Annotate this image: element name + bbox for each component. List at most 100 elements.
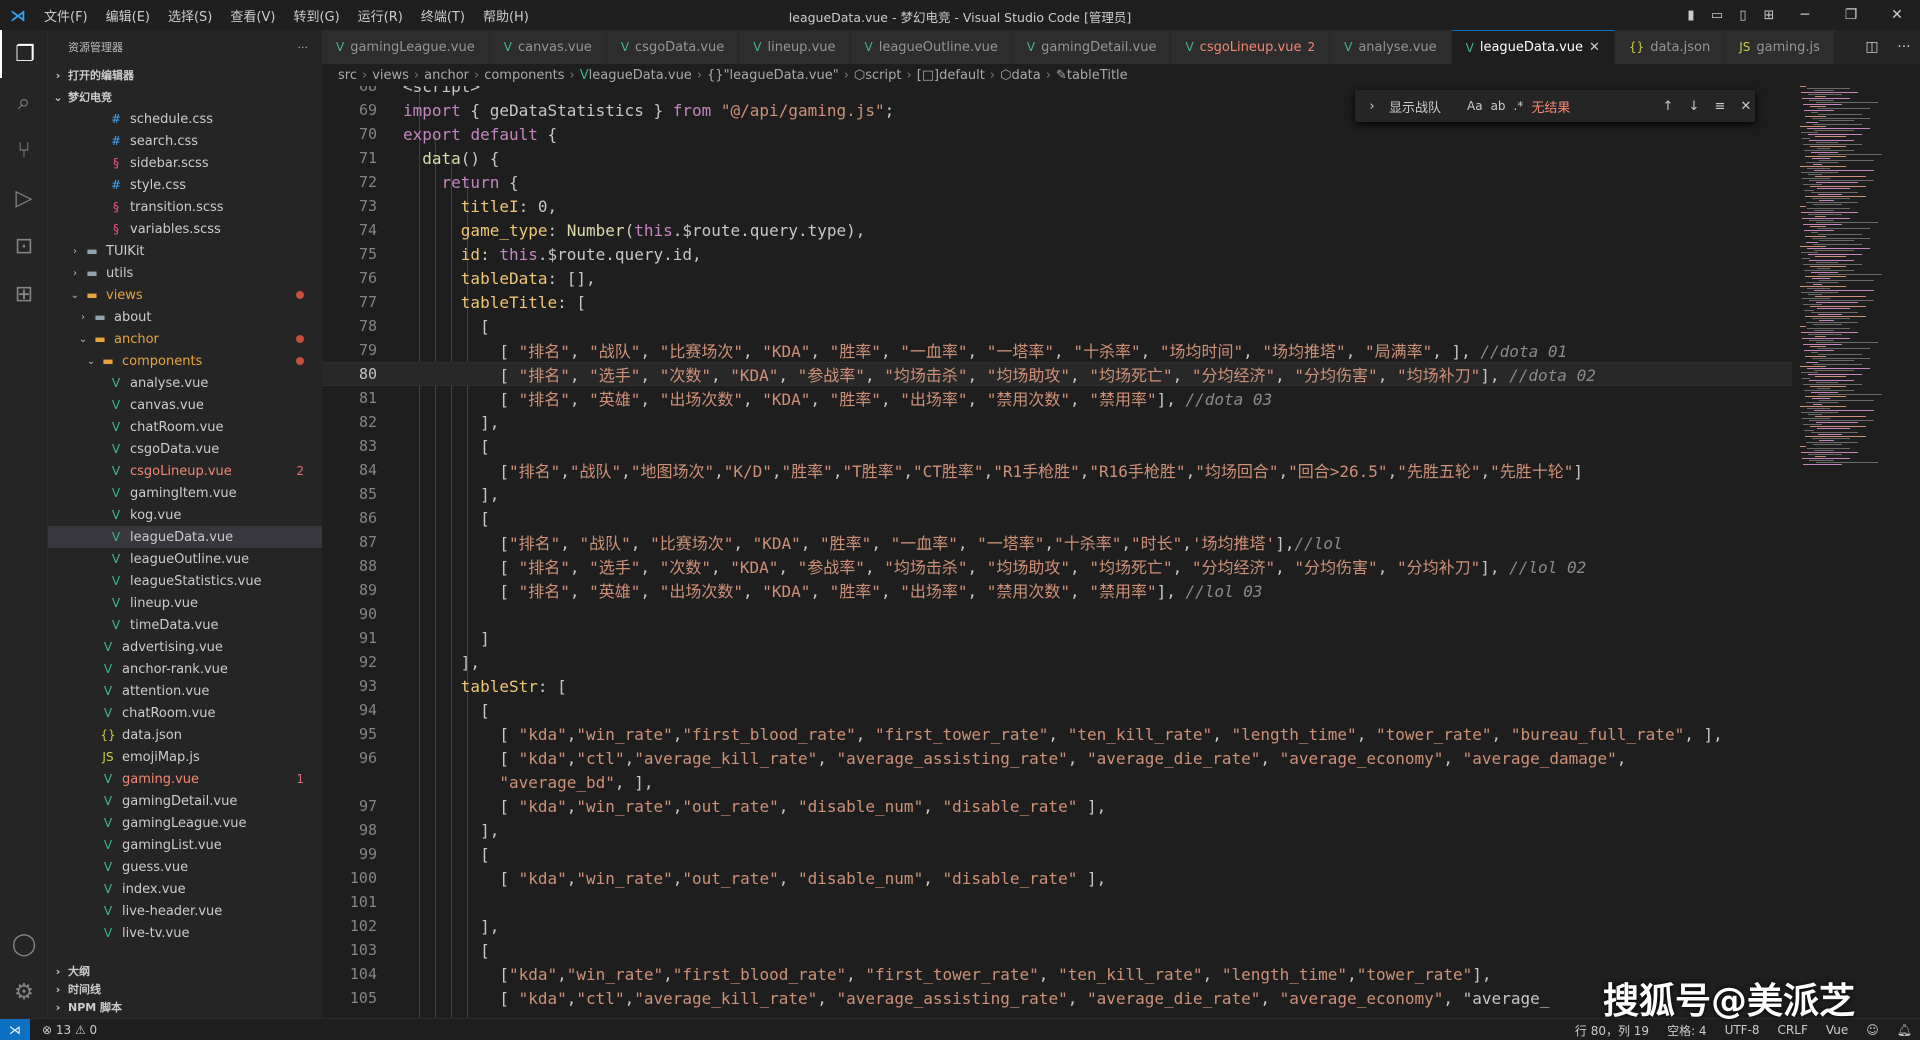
find-in-selection-icon[interactable]: ≡ bbox=[1711, 99, 1729, 114]
explorer-icon[interactable]: ❐ bbox=[0, 30, 48, 78]
menu-item[interactable]: 选择(S) bbox=[160, 6, 220, 25]
notifications-icon[interactable]: 🔔︎ bbox=[1897, 1023, 1912, 1037]
menu-item[interactable]: 终端(T) bbox=[413, 6, 473, 25]
find-input[interactable]: 显示战队 bbox=[1389, 97, 1459, 116]
tree-item[interactable]: › ▬ about bbox=[48, 306, 322, 328]
close-tab-icon[interactable]: ✕ bbox=[1589, 40, 1600, 55]
search-icon[interactable]: ⌕ bbox=[0, 78, 48, 126]
manage-gear-icon[interactable]: ⚙ bbox=[0, 968, 48, 1016]
tree-item[interactable]: Vkog.vue bbox=[48, 504, 322, 526]
tree-item[interactable]: Vgaming.vue 1 bbox=[48, 768, 322, 790]
toggle-replace-icon[interactable]: › bbox=[1363, 99, 1381, 114]
more-actions-icon[interactable]: ··· bbox=[1897, 39, 1910, 55]
tree-item[interactable]: › ▬ utils bbox=[48, 262, 322, 284]
tree-item[interactable]: VleagueStatistics.vue bbox=[48, 570, 322, 592]
tree-item[interactable]: § transition.scss bbox=[48, 196, 322, 218]
workspace-section[interactable]: ⌄ 梦幻电竞 bbox=[48, 86, 322, 108]
toggle-panel-icon[interactable]: ▭ bbox=[1704, 8, 1730, 23]
tree-item[interactable]: § variables.scss bbox=[48, 218, 322, 240]
problems-indicator[interactable]: ⊗ 13 ⚠ 0 bbox=[42, 1023, 97, 1037]
sidebar-section-header[interactable]: › 大纲 bbox=[48, 962, 322, 980]
tab-canvas-vue[interactable]: Vcanvas.vue bbox=[489, 30, 607, 64]
close-window-button[interactable]: ✕ bbox=[1874, 7, 1920, 23]
tree-item[interactable]: ⌄ ▬ anchor bbox=[48, 328, 322, 350]
tree-item[interactable]: VgamingLeague.vue bbox=[48, 812, 322, 834]
menu-item[interactable]: 文件(F) bbox=[36, 6, 96, 25]
minimize-button[interactable]: ─ bbox=[1782, 7, 1828, 23]
tree-item[interactable]: ⌄ ▬ components bbox=[48, 350, 322, 372]
tree-item[interactable]: Vlive-header.vue bbox=[48, 900, 322, 922]
tree-item[interactable]: VleagueData.vue bbox=[48, 526, 322, 548]
tab-lineup-vue[interactable]: Vlineup.vue bbox=[739, 30, 851, 64]
tab-csgoLineup-vue[interactable]: VcsgoLineup.vue 2 bbox=[1171, 30, 1331, 64]
tree-item[interactable]: Vindex.vue bbox=[48, 878, 322, 900]
tree-item[interactable]: VchatRoom.vue bbox=[48, 702, 322, 724]
line-ending[interactable]: CRLF bbox=[1778, 1023, 1808, 1037]
sidebar-section-header[interactable]: › 时间线 bbox=[48, 980, 322, 998]
breadcrumb-item[interactable]: tableTitle bbox=[1067, 68, 1128, 83]
tab-gamingDetail-vue[interactable]: VgamingDetail.vue bbox=[1012, 30, 1172, 64]
toggle-sidebar-icon[interactable]: ▮ bbox=[1678, 8, 1704, 23]
menu-item[interactable]: 运行(R) bbox=[350, 6, 411, 25]
more-actions-icon[interactable]: ··· bbox=[298, 41, 309, 54]
tree-item[interactable]: VleagueOutline.vue bbox=[48, 548, 322, 570]
next-match-icon[interactable]: ↓ bbox=[1685, 99, 1703, 114]
tree-item[interactable]: VcsgoData.vue bbox=[48, 438, 322, 460]
tree-item[interactable]: # schedule.css bbox=[48, 108, 322, 130]
toggle-secondary-sidebar-icon[interactable]: ▯ bbox=[1730, 8, 1756, 23]
cursor-position[interactable]: 行 80，列 19 bbox=[1575, 1022, 1649, 1039]
tree-item[interactable]: VtimeData.vue bbox=[48, 614, 322, 636]
tree-item[interactable]: VgamingList.vue bbox=[48, 834, 322, 856]
tree-item[interactable]: Vguess.vue bbox=[48, 856, 322, 878]
tree-item[interactable]: {} data.json bbox=[48, 724, 322, 746]
tree-item[interactable]: Vcanvas.vue bbox=[48, 394, 322, 416]
breadcrumb-item[interactable]: script bbox=[865, 68, 901, 83]
indentation[interactable]: 空格: 4 bbox=[1667, 1022, 1707, 1039]
tree-item[interactable]: # search.css bbox=[48, 130, 322, 152]
breadcrumb-item[interactable]: data bbox=[1011, 68, 1040, 83]
menu-item[interactable]: 转到(G) bbox=[285, 6, 347, 25]
tree-item[interactable]: › ▬ TUIKit bbox=[48, 240, 322, 262]
breadcrumb-item[interactable]: default bbox=[939, 68, 985, 83]
tab-gaming-js[interactable]: JS gaming.js bbox=[1725, 30, 1835, 64]
tab-data-json[interactable]: {} data.json bbox=[1614, 30, 1726, 64]
tree-item[interactable]: Vlineup.vue bbox=[48, 592, 322, 614]
language-mode[interactable]: Vue bbox=[1826, 1023, 1848, 1037]
restore-button[interactable]: ❐ bbox=[1828, 7, 1874, 23]
source-control-icon[interactable]: ⑂ bbox=[0, 126, 48, 174]
tree-item[interactable]: § sidebar.scss bbox=[48, 152, 322, 174]
previous-match-icon[interactable]: ↑ bbox=[1659, 99, 1677, 114]
tree-item[interactable]: Vattention.vue bbox=[48, 680, 322, 702]
minimap[interactable] bbox=[1792, 86, 1920, 1018]
tab-csgoData-vue[interactable]: VcsgoData.vue bbox=[606, 30, 740, 64]
run-debug-icon[interactable]: ▷ bbox=[0, 174, 48, 222]
feedback-icon[interactable]: ☺ bbox=[1866, 1023, 1879, 1037]
code-editor[interactable]: 68 <script> 69 import { geDataStatistics } … bbox=[322, 86, 1792, 1018]
menu-item[interactable]: 帮助(H) bbox=[475, 6, 537, 25]
split-editor-icon[interactable]: ◫ bbox=[1865, 39, 1878, 55]
regex-toggle[interactable]: .* bbox=[1514, 99, 1524, 113]
breadcrumb-item[interactable]: "leagueData.vue" bbox=[724, 68, 839, 83]
tree-item[interactable]: Vanalyse.vue bbox=[48, 372, 322, 394]
close-find-icon[interactable]: ✕ bbox=[1737, 99, 1755, 114]
tab-leagueData-vue[interactable]: VleagueData.vue ✕ bbox=[1451, 30, 1615, 64]
tree-item[interactable]: VgamingItem.vue bbox=[48, 482, 322, 504]
breadcrumb-item[interactable]: components bbox=[484, 68, 564, 83]
breadcrumb-item[interactable]: src bbox=[338, 68, 357, 83]
customize-layout-icon[interactable]: ⊞ bbox=[1756, 8, 1782, 23]
tree-item[interactable]: VgamingDetail.vue bbox=[48, 790, 322, 812]
tree-item[interactable]: JS emojiMap.js bbox=[48, 746, 322, 768]
match-word-toggle[interactable]: ab bbox=[1491, 99, 1506, 113]
tree-item[interactable]: Vadvertising.vue bbox=[48, 636, 322, 658]
tree-item[interactable]: Vanchor-rank.vue bbox=[48, 658, 322, 680]
breadcrumb-item[interactable]: leagueData.vue bbox=[589, 68, 692, 83]
account-icon[interactable]: ◯ bbox=[0, 920, 48, 968]
tab-gamingLeague-vue[interactable]: VgamingLeague.vue bbox=[322, 30, 490, 64]
open-editors-section[interactable]: › 打开的编辑器 bbox=[48, 64, 322, 86]
sidebar-section-header[interactable]: › NPM 脚本 bbox=[48, 998, 322, 1016]
breadcrumb-item[interactable]: views bbox=[372, 68, 409, 83]
remote-explorer-icon[interactable]: ⊡ bbox=[0, 222, 48, 270]
tree-item[interactable]: VcsgoLineup.vue 2 bbox=[48, 460, 322, 482]
extensions-icon[interactable]: ⊞ bbox=[0, 270, 48, 318]
tree-item[interactable]: # style.css bbox=[48, 174, 322, 196]
